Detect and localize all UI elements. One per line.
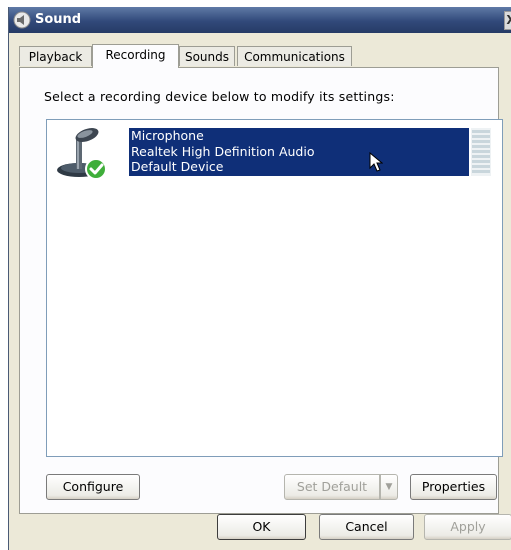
ok-button[interactable]: OK [217,514,306,540]
recording-panel: Select a recording device below to modif… [19,67,503,514]
check-icon [85,158,107,180]
apply-button[interactable]: Apply [424,514,511,540]
close-button[interactable]: X [504,11,511,30]
device-description: Realtek High Definition Audio [131,143,315,159]
device-label: Microphone Realtek High Definition Audio… [129,128,469,176]
microphone-icon [57,128,107,180]
tab-strip: Playback Recording Sounds Communications [19,44,509,68]
window-title: Sound [35,12,82,27]
title-bar[interactable]: Sound X [9,7,511,33]
set-default-button[interactable]: Set Default [284,474,380,500]
configure-button[interactable]: Configure [46,474,140,500]
device-list[interactable]: Microphone Realtek High Definition Audio… [46,119,503,457]
mouse-cursor-icon [369,152,383,172]
list-item-microphone[interactable]: Microphone Realtek High Definition Audio… [47,120,502,182]
cancel-button[interactable]: Cancel [319,514,414,540]
device-name: Microphone [131,128,204,143]
tab-sounds[interactable]: Sounds [179,46,235,66]
tab-playback[interactable]: Playback [19,46,92,66]
level-meter [471,128,491,176]
device-status: Default Device [131,159,224,174]
tab-communications[interactable]: Communications [237,46,352,66]
properties-button[interactable]: Properties [410,474,497,500]
sound-dialog: Sound X Playback Recording Sounds Commun… [8,7,511,550]
instruction-text: Select a recording device below to modif… [44,89,395,104]
chevron-down-icon: ▼ [385,482,393,492]
tab-recording[interactable]: Recording [92,44,179,68]
set-default-dropdown-button[interactable]: ▼ [380,474,398,500]
speaker-icon [13,11,31,29]
